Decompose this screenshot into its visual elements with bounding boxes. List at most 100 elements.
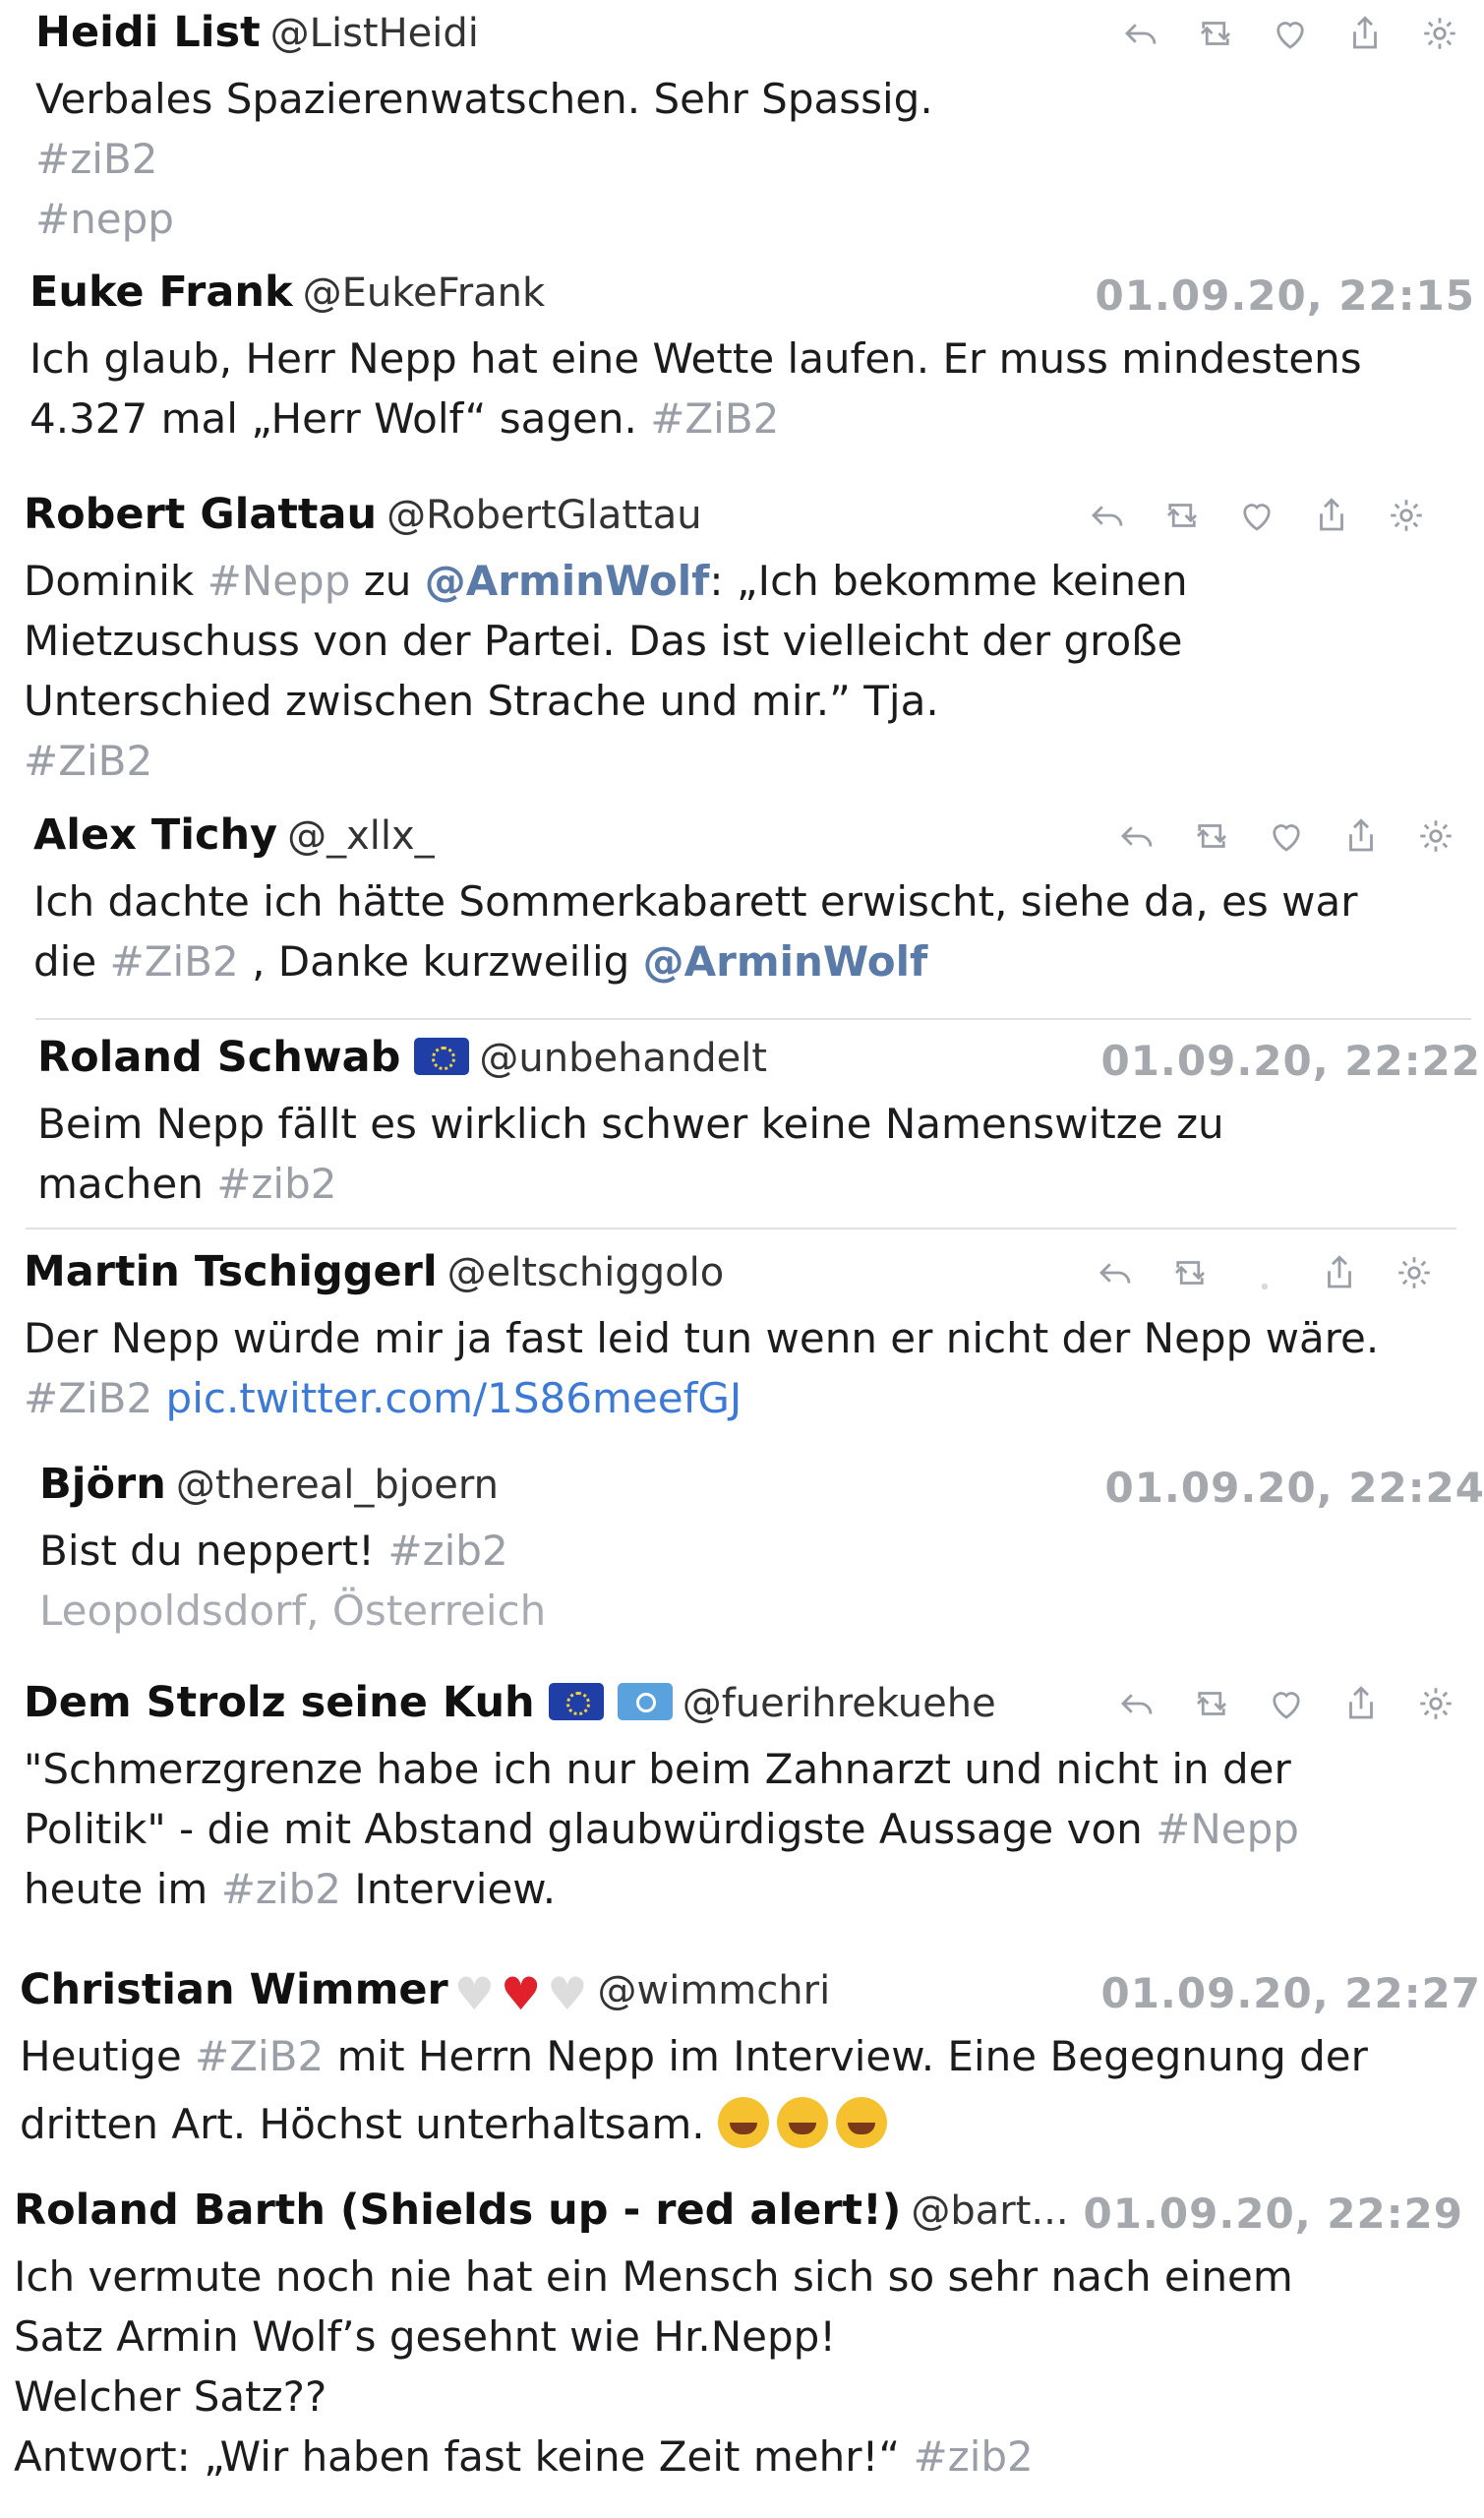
- tweet-actions: [1113, 812, 1459, 860]
- tweet-text: 4.327 mal „Herr Wolf“ sagen.: [30, 394, 637, 443]
- hashtag[interactable]: #zib2: [913, 2432, 1033, 2481]
- laughing-emoji-icon: [777, 2097, 829, 2148]
- tweet-text: Satz Armin Wolf’s gesehnt wie Hr.Nepp!: [14, 2312, 837, 2361]
- share-icon[interactable]: [1337, 812, 1385, 860]
- author-name[interactable]: Alex Tichy: [33, 810, 277, 860]
- tweet-text: mit Herrn Nepp im Interview. Eine Begegn…: [336, 2032, 1368, 2080]
- author-name[interactable]: Heidi List: [35, 8, 261, 57]
- heart-icon[interactable]: [1233, 492, 1280, 539]
- tweet-text: „Ich bekomme keinen: [736, 557, 1188, 605]
- tweet[interactable]: Roland Barth (Shields up - red alert!) @b…: [14, 2186, 1462, 2487]
- reply-icon[interactable]: [1113, 1680, 1160, 1727]
- reply-icon[interactable]: [1113, 812, 1160, 860]
- heart-icon[interactable]: [1263, 1680, 1310, 1727]
- tweet[interactable]: Alex Tichy @_xllx_ Ich dachte ich hätte S…: [33, 810, 1479, 991]
- author-name[interactable]: Roland Barth (Shields up - red alert!): [14, 2186, 901, 2235]
- mention[interactable]: @ArminWolf: [425, 557, 710, 605]
- mention[interactable]: @ArminWolf: [643, 937, 928, 986]
- heart-icon[interactable]: [1241, 1249, 1288, 1296]
- author-handle[interactable]: @RobertGlattau: [386, 493, 701, 538]
- author-handle[interactable]: @wimmchri: [598, 1968, 831, 2013]
- tweet-text: Mietzuschuss von der Partei. Das ist vie…: [24, 617, 1183, 665]
- author-handle[interactable]: @ListHeidi: [270, 11, 479, 56]
- gear-icon[interactable]: [1416, 10, 1463, 57]
- author-handle[interactable]: @bart...: [911, 2188, 1068, 2234]
- author-name[interactable]: Björn: [39, 1460, 166, 1509]
- tweet-text: Ich dachte ich hätte Sommerkabarett erwi…: [33, 877, 1358, 926]
- timestamp: 01.09.20, 22:29: [1083, 2189, 1463, 2238]
- hashtag[interactable]: #nepp: [35, 189, 1481, 249]
- gear-icon[interactable]: [1412, 812, 1459, 860]
- hashtag[interactable]: #Nepp: [1156, 1805, 1299, 1853]
- timestamp: 01.09.20, 22:22: [1100, 1037, 1481, 1085]
- tweet-text: "Schmerzgrenze habe ich nur beim Zahnarz…: [24, 1745, 1291, 1793]
- author-handle[interactable]: @eltschiggolo: [447, 1250, 725, 1295]
- reply-icon[interactable]: [1084, 492, 1131, 539]
- author-handle[interactable]: @unbehandelt: [479, 1036, 767, 1081]
- retweet-icon[interactable]: [1188, 812, 1235, 860]
- gear-icon[interactable]: [1391, 1249, 1438, 1296]
- tweet-text: Antwort: „Wir haben fast keine Zeit mehr…: [14, 2432, 901, 2481]
- timestamp: 01.09.20, 22:24: [1104, 1464, 1484, 1512]
- hashtag[interactable]: #Nepp: [208, 557, 351, 605]
- tweet-text: Ich glaub, Herr Nepp hat eine Wette lauf…: [30, 334, 1362, 383]
- hashtag[interactable]: #ZiB2: [24, 1374, 152, 1422]
- author-name[interactable]: Roland Schwab: [37, 1033, 400, 1082]
- tweet[interactable]: Roland Schwab @unbehandelt 01.09.20, 22:2…: [37, 1033, 1483, 1214]
- retweet-icon[interactable]: [1188, 1680, 1235, 1727]
- hashtag[interactable]: #ZiB2: [110, 937, 239, 986]
- tweet-text: Heutige: [20, 2032, 182, 2080]
- divider: [35, 1018, 1471, 1020]
- author-handle[interactable]: @EukeFrank: [303, 270, 546, 316]
- author-name[interactable]: Christian Wimmer: [20, 1965, 448, 2014]
- author-handle[interactable]: @_xllx_: [287, 813, 435, 859]
- retweet-icon[interactable]: [1166, 1249, 1214, 1296]
- tweet-link[interactable]: pic.twitter.com/1S86meefGJ: [166, 1374, 742, 1422]
- tweet-text: heute im: [24, 1865, 208, 1913]
- tweet-text: Bist du neppert!: [39, 1527, 376, 1575]
- reply-icon[interactable]: [1117, 10, 1164, 57]
- reply-icon[interactable]: [1092, 1249, 1139, 1296]
- retweet-icon[interactable]: [1192, 10, 1239, 57]
- gear-icon[interactable]: [1383, 492, 1430, 539]
- white-heart-icon: ♥: [453, 1967, 496, 2020]
- tweet[interactable]: Christian Wimmer ♥ ♥ ♥ @wimmchri 01.09.20, 2…: [20, 1965, 1480, 2154]
- retweet-icon[interactable]: [1158, 492, 1206, 539]
- author-handle[interactable]: @thereal_bjoern: [176, 1463, 499, 1508]
- share-icon[interactable]: [1308, 492, 1355, 539]
- hashtag[interactable]: #ZiB2: [24, 731, 1469, 791]
- share-icon[interactable]: [1316, 1249, 1363, 1296]
- tweet[interactable]: Martin Tschiggerl @eltschiggolo Der Nepp …: [24, 1247, 1469, 1428]
- gear-icon[interactable]: [1412, 1680, 1459, 1727]
- white-heart-icon: ♥: [547, 1967, 588, 2020]
- hashtag[interactable]: #zib2: [387, 1527, 507, 1575]
- tweet[interactable]: Björn @thereal_bjoern 01.09.20, 22:24 Bis…: [39, 1460, 1484, 1641]
- tweet[interactable]: Dem Strolz seine Kuh @fuerihrekuehe "Schm…: [24, 1678, 1469, 1919]
- hashtag[interactable]: #ZiB2: [195, 2032, 324, 2080]
- author-name[interactable]: Dem Strolz seine Kuh: [24, 1678, 535, 1727]
- tweet-text: Der Nepp würde mir ja fast leid tun wenn…: [24, 1314, 1380, 1362]
- author-name[interactable]: Martin Tschiggerl: [24, 1247, 438, 1296]
- heart-icon[interactable]: [1263, 812, 1310, 860]
- author-name[interactable]: Robert Glattau: [24, 490, 377, 539]
- hashtag[interactable]: #zib2: [221, 1865, 341, 1913]
- tweet[interactable]: Euke Frank @EukeFrank 01.09.20, 22:15 Ich…: [30, 268, 1475, 449]
- share-icon[interactable]: [1341, 10, 1389, 57]
- tweet[interactable]: Robert Glattau @RobertGlattau Dominik #Ne…: [24, 490, 1469, 791]
- hashtag[interactable]: #ziB2: [35, 129, 1481, 189]
- tweet-text: , Danke kurzweilig: [252, 937, 630, 986]
- tweet-text: Welcher Satz??: [14, 2372, 327, 2421]
- heart-icon[interactable]: [1267, 10, 1314, 57]
- location: Leopoldsdorf, Österreich: [39, 1587, 547, 1635]
- tweet-text: Verbales Spazierenwatschen. Sehr Spassig…: [35, 75, 933, 123]
- author-name[interactable]: Euke Frank: [30, 268, 293, 317]
- divider: [26, 1228, 1456, 1229]
- laughing-emoji-icon: [836, 2097, 888, 2148]
- hashtag[interactable]: #zib2: [216, 1160, 336, 1208]
- author-handle[interactable]: @fuerihrekuehe: [683, 1681, 996, 1726]
- hashtag[interactable]: #ZiB2: [650, 394, 779, 443]
- tweet-text: Politik" - die mit Abstand glaubwürdigst…: [24, 1805, 1143, 1853]
- tweet-actions: [1117, 10, 1463, 57]
- share-icon[interactable]: [1337, 1680, 1385, 1727]
- tweet[interactable]: Heidi List @ListHeidi Verbales Spazierenw…: [35, 8, 1481, 249]
